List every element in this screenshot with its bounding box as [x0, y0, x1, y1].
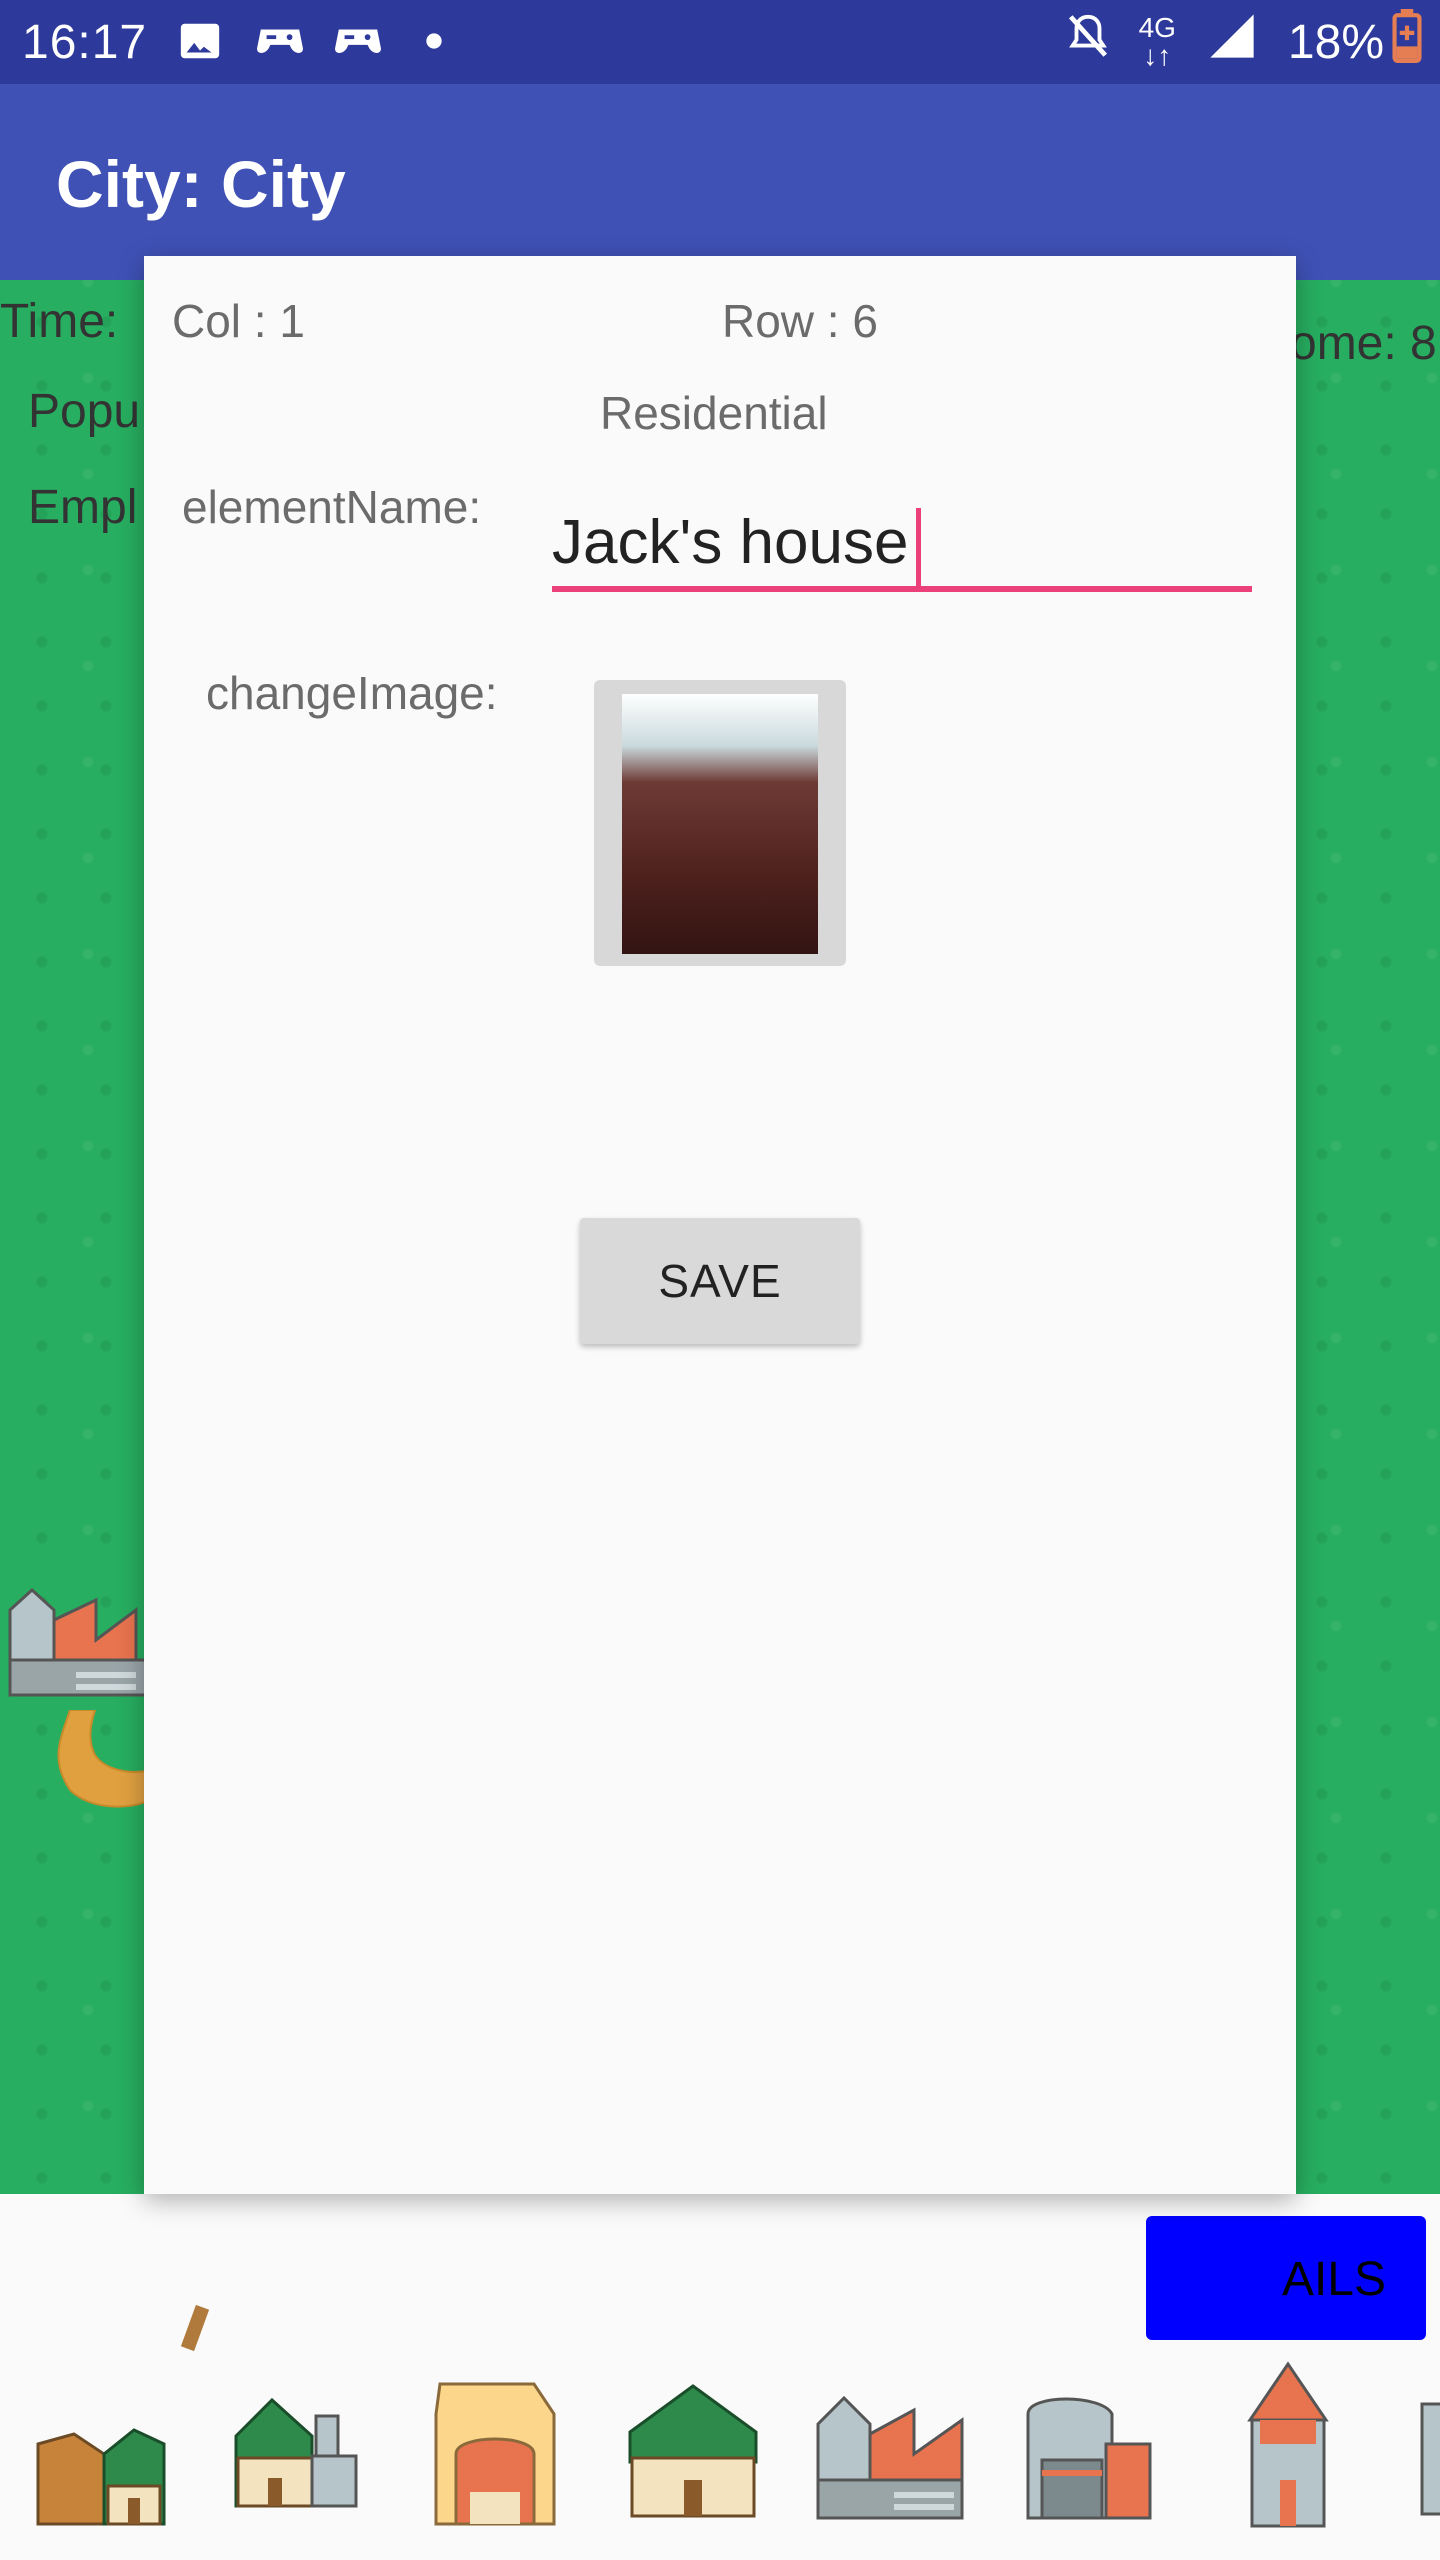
network-type: 4G	[1138, 12, 1176, 43]
notification-dot-icon	[411, 18, 459, 66]
element-name-input[interactable]	[552, 498, 1252, 592]
status-bar: 16:17 4G ↓↑ 18%	[0, 0, 1440, 84]
details-button[interactable]: AILS	[1146, 2216, 1426, 2340]
app-title: City: City	[56, 147, 346, 221]
element-name-label: elementName:	[182, 481, 482, 533]
factory-tile-icon[interactable]	[6, 1580, 156, 1700]
garage-icon[interactable]	[1022, 2384, 1156, 2524]
road-tile-icon[interactable]	[50, 1710, 150, 1820]
image-icon	[177, 18, 225, 66]
house-factory-icon[interactable]	[232, 2386, 362, 2516]
game-controller-icon	[333, 18, 382, 66]
income-label: ome: 8	[1290, 317, 1437, 370]
network-4g-icon: 4G ↓↑	[1138, 12, 1176, 71]
details-button-label: AILS	[1281, 2253, 1386, 2306]
bell-off-icon	[1065, 11, 1111, 73]
shop-icon[interactable]	[430, 2374, 560, 2530]
game-controller-icon	[255, 18, 304, 66]
employment-label: Empl	[28, 481, 138, 534]
app-bar: City: City	[0, 84, 1440, 280]
barn-icon[interactable]	[34, 2394, 170, 2530]
status-time: 16:17	[22, 15, 148, 69]
save-button[interactable]: SAVE	[580, 1218, 860, 1344]
change-image-button[interactable]	[594, 680, 846, 966]
time-label: Time:	[0, 295, 119, 348]
status-right: 4G ↓↑ 18%	[1037, 0, 1422, 84]
house-icon[interactable]	[626, 2382, 760, 2522]
battery-percent: 18%	[1287, 15, 1384, 69]
battery-icon	[1392, 9, 1422, 75]
element-edit-dialog: Col : 1 Row : 6 Residential elementName:…	[144, 256, 1296, 2194]
zone-type-label: Residential	[600, 387, 828, 439]
building-icon[interactable]	[1420, 2394, 1440, 2524]
signal-icon	[1204, 10, 1260, 74]
row-label: Row : 6	[722, 295, 878, 347]
tower-icon[interactable]	[1240, 2360, 1336, 2530]
change-image-label: changeImage:	[206, 667, 498, 719]
element-image-preview	[622, 694, 818, 954]
col-label: Col : 1	[172, 295, 305, 347]
factory-icon[interactable]	[814, 2384, 968, 2524]
text-caret	[916, 508, 921, 588]
pencil-icon	[180, 2304, 210, 2352]
population-label: Popu	[28, 385, 141, 438]
bottom-toolbar: AILS	[0, 2194, 1440, 2560]
